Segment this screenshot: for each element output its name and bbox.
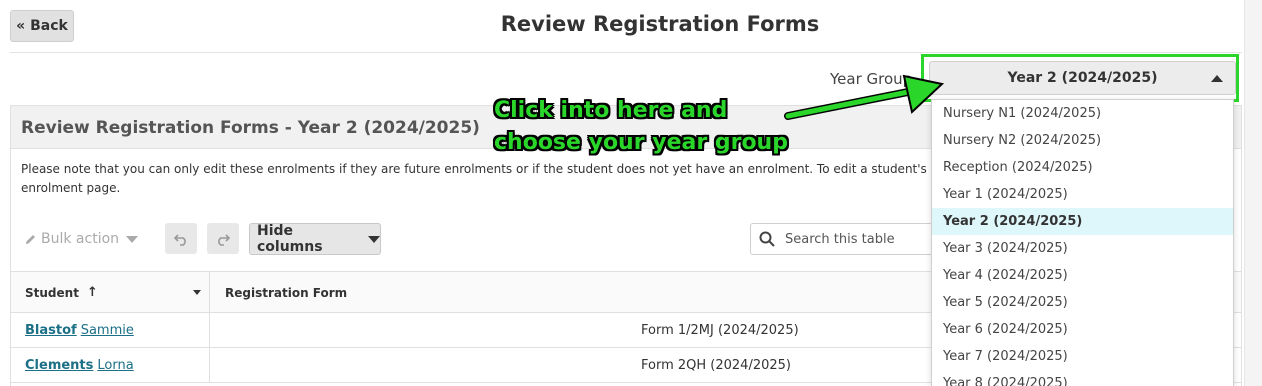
year-group-option[interactable]: Year 1 (2024/2025): [932, 181, 1233, 208]
year-group-option[interactable]: Year 7 (2024/2025): [932, 343, 1233, 370]
year-group-option[interactable]: Year 4 (2024/2025): [932, 262, 1233, 289]
year-group-dropdown-list[interactable]: Nursery N1 (2024/2025) Nursery N2 (2024/…: [931, 99, 1234, 386]
undo-button[interactable]: [165, 223, 197, 254]
column-header-registration-form[interactable]: Registration Form: [211, 272, 911, 313]
student-cell: Clements Lorna: [11, 348, 210, 382]
hide-columns-label: Hide columns: [257, 223, 323, 255]
bulk-action-label: Bulk action: [41, 231, 120, 247]
student-cell: Blastof Sammie: [11, 313, 210, 347]
annotation-arrow-icon: [784, 74, 945, 120]
year-group-option[interactable]: Nursery N2 (2024/2025): [932, 127, 1233, 154]
year-group-option[interactable]: Reception (2024/2025): [932, 154, 1233, 181]
column-header-student[interactable]: Student ↑: [11, 272, 210, 313]
search-icon: [759, 231, 775, 247]
year-group-option[interactable]: Year 6 (2024/2025): [932, 316, 1233, 343]
annotation-line-2: choose your year group: [494, 130, 788, 155]
redo-button[interactable]: [207, 223, 239, 254]
search-placeholder: Search this table: [785, 231, 895, 247]
annotation-callout: Click into here and choose your year gro…: [494, 95, 788, 159]
bulk-action-button[interactable]: Bulk action: [25, 231, 139, 247]
page-title: Review Registration Forms: [500, 12, 820, 36]
year-group-option[interactable]: Nursery N1 (2024/2025): [932, 100, 1233, 127]
student-last-name-link[interactable]: Clements: [25, 358, 93, 373]
caret-down-icon: [126, 235, 139, 243]
year-group-option[interactable]: Year 5 (2024/2025): [932, 289, 1233, 316]
pencil-icon: [26, 235, 35, 244]
year-group-option-selected[interactable]: Year 2 (2024/2025): [932, 208, 1233, 235]
student-last-name-link[interactable]: Blastof: [25, 323, 77, 338]
year-group-option[interactable]: Year 3 (2024/2025): [932, 235, 1233, 262]
undo-icon: [173, 233, 186, 246]
search-input[interactable]: Search this table: [750, 223, 950, 255]
caret-down-icon: [368, 235, 380, 243]
panel-note: Please note that you can only edit these…: [21, 162, 1005, 195]
page-scrollbar[interactable]: [1244, 0, 1262, 386]
annotation-line-1: Click into here and: [494, 98, 728, 123]
annotation-highlight-box: [921, 54, 1239, 102]
student-first-name-link[interactable]: Lorna: [97, 358, 133, 373]
student-first-name-link[interactable]: Sammie: [81, 323, 134, 338]
divider: [10, 52, 1242, 53]
year-group-option[interactable]: Year 8 (2024/2025): [932, 370, 1233, 386]
column-menu-caret-icon[interactable]: [193, 290, 201, 295]
sort-arrow-up-icon: ↑: [86, 285, 98, 300]
hide-columns-button[interactable]: Hide columns: [249, 223, 381, 255]
redo-icon: [218, 233, 231, 246]
